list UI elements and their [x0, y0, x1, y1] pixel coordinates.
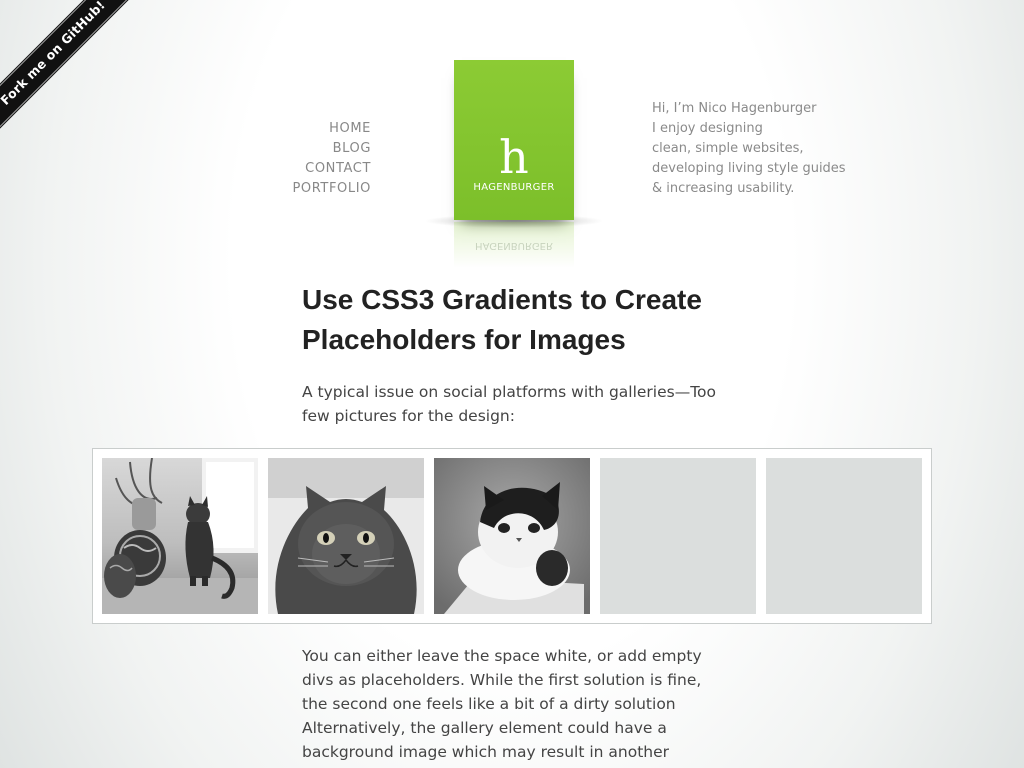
- main-nav: HOME BLOG CONTACT PORTFOLIO: [250, 119, 371, 199]
- gallery-photo-2[interactable]: [268, 458, 424, 614]
- logo-wordmark: HAGENBURGER: [473, 182, 555, 193]
- gallery-placeholder-2: [766, 458, 922, 614]
- persian-cat-face-photo-icon: [268, 458, 424, 614]
- body-line: You can either leave the space white, or…: [302, 647, 702, 665]
- body-line: Alternatively, the gallery element could…: [302, 719, 667, 737]
- intro-line: clean, simple websites,: [652, 141, 804, 156]
- gallery-placeholder-1: [600, 458, 756, 614]
- fork-ribbon[interactable]: Fork me on GitHub!: [0, 0, 150, 150]
- cat-with-vases-photo-icon: [102, 458, 258, 614]
- hagenburger-logo[interactable]: h HAGENBURGER: [454, 60, 574, 220]
- intro-line: Hi, I’m Nico Hagenburger: [652, 101, 817, 116]
- white-persian-cat-photo-icon: [434, 458, 590, 614]
- intro-line: & increasing usability.: [652, 181, 795, 196]
- body-line: divs as placeholders. While the first so…: [302, 671, 702, 689]
- nav-contact[interactable]: CONTACT: [250, 159, 371, 179]
- gallery-photo-1[interactable]: [102, 458, 258, 614]
- nav-home[interactable]: HOME: [250, 119, 371, 139]
- intro-text: Hi, I’m Nico Hagenburger I enjoy designi…: [652, 99, 872, 199]
- nav-portfolio[interactable]: PORTFOLIO: [250, 179, 371, 199]
- intro-line: developing living style guides: [652, 161, 846, 176]
- logo-h-icon: h: [499, 130, 529, 184]
- logo-reflection-text: HAGENBURGER: [475, 240, 553, 251]
- intro-line: I enjoy designing: [652, 121, 763, 136]
- fork-on-github-link[interactable]: Fork me on GitHub!: [0, 0, 144, 144]
- body-line: the second one feels like a bit of a dir…: [302, 695, 676, 713]
- article-lead: A typical issue on social platforms with…: [302, 383, 717, 425]
- article-body: You can either leave the space white, or…: [302, 644, 732, 764]
- logo-reflection: HAGENBURGER: [454, 222, 574, 268]
- gallery-photo-3[interactable]: [434, 458, 590, 614]
- nav-blog[interactable]: BLOG: [250, 139, 371, 159]
- body-line: background image which may result in ano…: [302, 743, 670, 761]
- article-title: Use CSS3 Gradients to Create Placeholder…: [302, 284, 702, 355]
- image-gallery: [92, 448, 932, 624]
